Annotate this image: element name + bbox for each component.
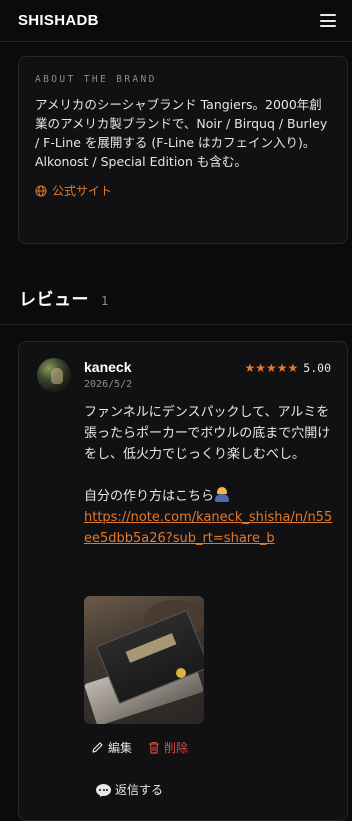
review-actions: 編集 削除 <box>91 739 188 756</box>
trash-icon <box>149 741 160 754</box>
review-date: 2026/5/2 <box>84 379 133 390</box>
about-label: ABOUT THE BRAND <box>35 74 157 85</box>
delete-label: 削除 <box>164 741 189 755</box>
speech-bubble-icon <box>96 783 111 796</box>
star-icon: ★ <box>244 361 256 375</box>
star-icon: ★ <box>276 361 288 375</box>
about-description: アメリカのシーシャブランド Tangiers。2000年創業のアメリカ製ブランド… <box>35 97 328 169</box>
review-card: kaneck 2026/5/2 ★ ★ ★ ★ ★ 5.00 ファンネルにデンス… <box>18 341 348 821</box>
globe-icon <box>35 185 47 196</box>
official-site-label: 公式サイト <box>52 184 113 198</box>
review-text: ファンネルにデンスパックして、アルミを張ったらポーカーでボウルの底まで穴開けをし… <box>84 405 331 462</box>
review-photo[interactable] <box>84 596 204 724</box>
reviews-count: 1 <box>101 294 109 308</box>
rating-stars: ★ ★ ★ ★ ★ <box>244 362 298 374</box>
pencil-icon <box>92 742 103 753</box>
star-icon: ★ <box>266 361 277 375</box>
section-divider <box>0 324 352 325</box>
top-header: SHISHADB <box>0 0 352 42</box>
rating-value: 5.00 <box>303 361 331 375</box>
edit-button[interactable]: 編集 <box>91 739 132 756</box>
official-site-link[interactable]: 公式サイト <box>35 182 331 199</box>
review-external-link[interactable]: https://note.com/kaneck_shisha/n/n55ee5d… <box>84 510 332 546</box>
delete-button[interactable]: 削除 <box>148 739 188 756</box>
reply-label: 返信する <box>115 783 164 797</box>
about-brand-card: ABOUT THE BRAND アメリカのシーシャブランド Tangiers。2… <box>18 56 348 244</box>
reviews-title: レビュー <box>19 290 89 310</box>
reply-button[interactable]: 返信する <box>96 781 163 798</box>
edit-label: 編集 <box>108 741 133 755</box>
review-body: ファンネルにデンスパックして、アルミを張ったらポーカーでボウルの底まで穴開けをし… <box>84 402 336 549</box>
reviews-heading: レビュー 1 <box>19 285 108 310</box>
reviewer-name[interactable]: kaneck <box>84 359 131 375</box>
construction-worker-emoji-icon <box>214 487 230 502</box>
hamburger-menu-icon[interactable] <box>320 14 336 27</box>
review-intro-line: 自分の作り方はこちら <box>84 486 336 507</box>
reviewer-avatar[interactable] <box>37 358 71 392</box>
star-icon: ★ <box>287 361 299 375</box>
review-intro-text: 自分の作り方はこちら <box>84 489 215 504</box>
review-rating: ★ ★ ★ ★ ★ 5.00 <box>244 361 331 375</box>
star-icon: ★ <box>255 361 266 375</box>
brand-logo[interactable]: SHISHADB <box>18 12 99 29</box>
